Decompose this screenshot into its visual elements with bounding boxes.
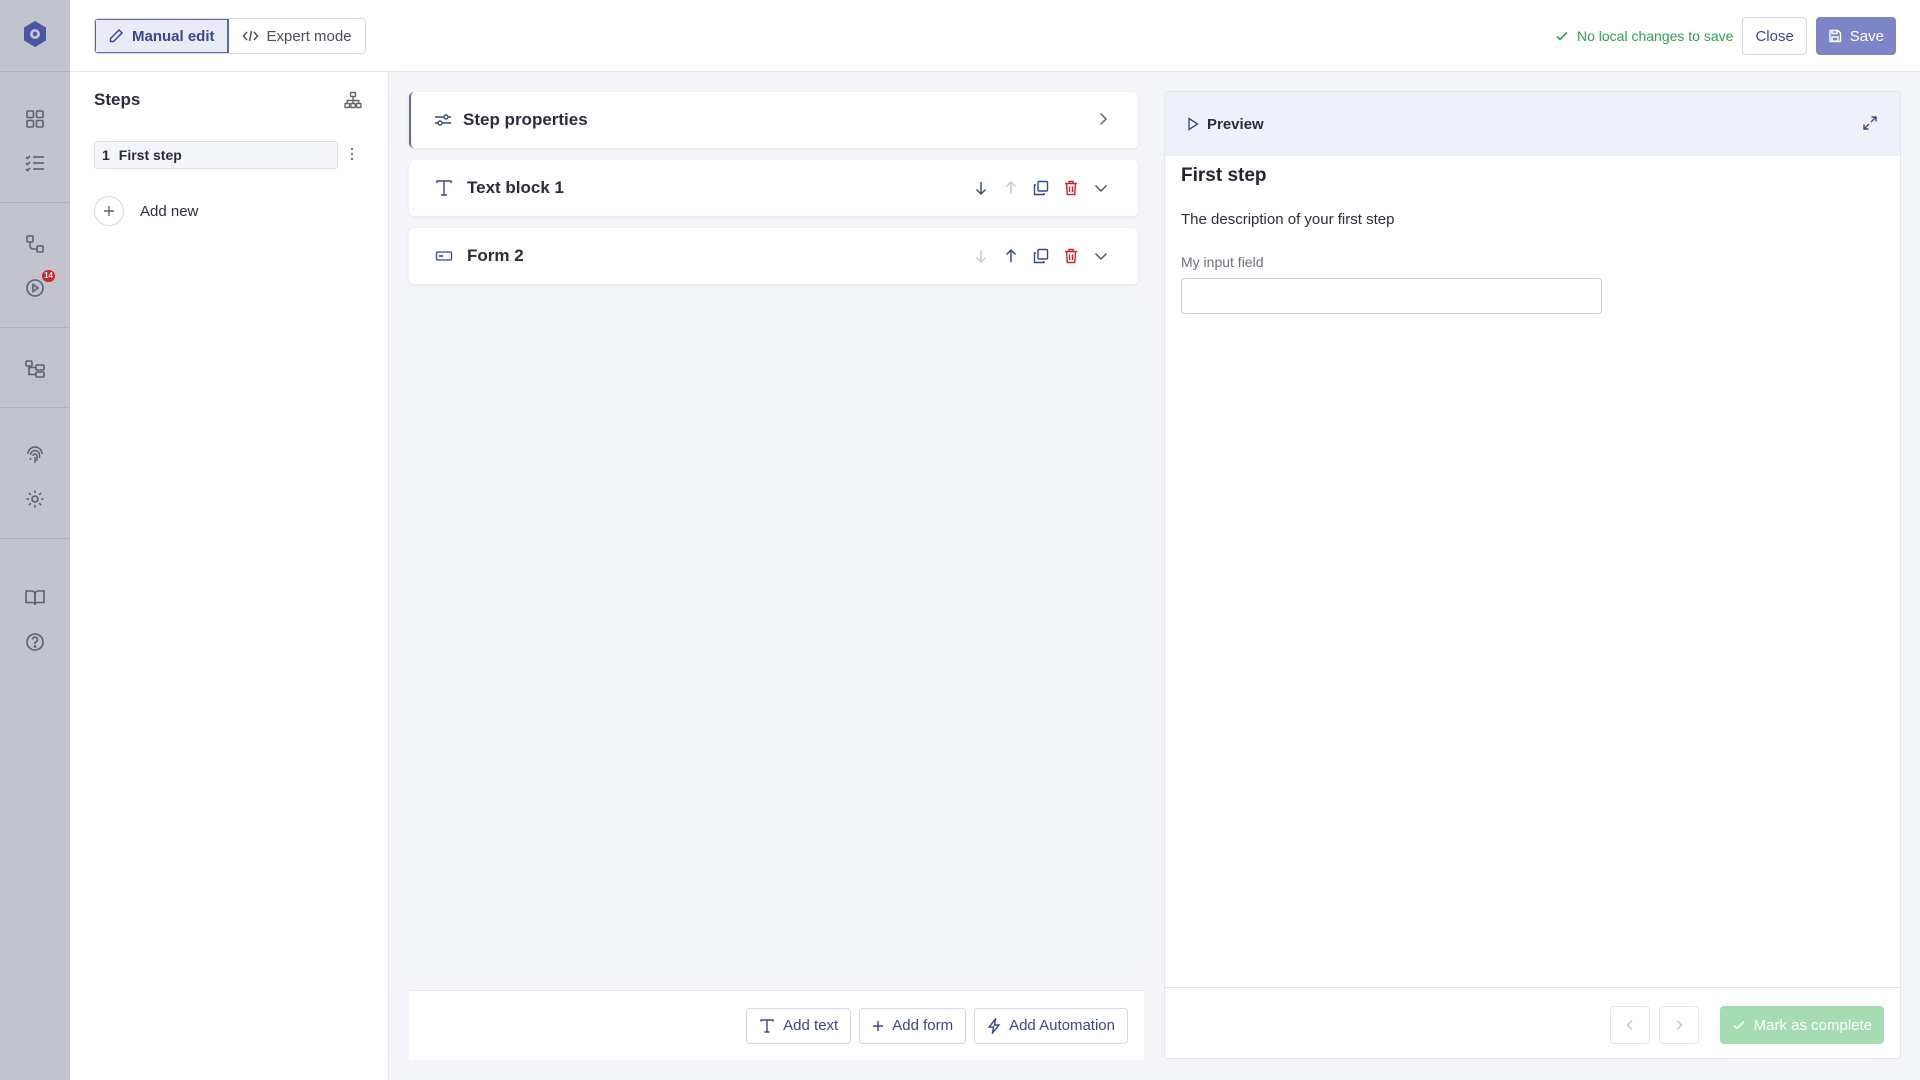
fingerprint-icon[interactable] [22, 442, 48, 468]
save-status-text: No local changes to save [1577, 28, 1734, 44]
preview-label: Preview [1207, 115, 1264, 133]
move-down-icon[interactable] [972, 179, 990, 197]
add-automation-button[interactable]: Add Automation [974, 1007, 1128, 1044]
add-new-label: Add new [140, 202, 199, 220]
task-list-icon[interactable] [22, 150, 48, 176]
delete-trash-icon[interactable] [1062, 247, 1080, 265]
steps-header: Steps [94, 90, 362, 110]
check-icon [1556, 31, 1568, 41]
rail-divider [0, 71, 70, 72]
text-type-icon [760, 1018, 774, 1033]
move-up-icon [1002, 179, 1020, 197]
expert-mode-label: Expert mode [266, 27, 352, 45]
dashboard-grid-icon[interactable] [22, 106, 48, 132]
app-rail: 14 [0, 0, 70, 1080]
mark-as-complete-label: Mark as complete [1753, 1016, 1872, 1034]
chevron-down-icon[interactable] [1092, 179, 1110, 197]
add-text-button[interactable]: Add text [746, 1007, 852, 1044]
top-actions: No local changes to save Close Save [1555, 17, 1896, 55]
mark-as-complete-button[interactable]: Mark as complete [1719, 1006, 1884, 1044]
text-type-icon [436, 180, 452, 196]
pencil-icon [109, 28, 124, 43]
workflow-icon[interactable] [22, 231, 48, 257]
code-icon [242, 30, 259, 42]
manual-edit-button[interactable]: Manual edit [95, 19, 229, 53]
lightning-bolt-icon [987, 1017, 1001, 1034]
step-properties-label: Step properties [463, 110, 588, 129]
save-status: No local changes to save [1555, 28, 1733, 44]
form-block-card[interactable]: Form 2 [409, 228, 1138, 284]
text-block-tools [972, 160, 1110, 216]
save-button[interactable]: Save [1815, 17, 1896, 55]
delete-trash-icon[interactable] [1062, 179, 1080, 197]
form-block-tools [972, 228, 1110, 284]
expand-icon[interactable] [1862, 115, 1878, 131]
text-block-label: Text block 1 [467, 178, 564, 197]
floppy-disk-icon [1829, 29, 1841, 43]
help-question-icon[interactable] [22, 629, 48, 655]
sliders-icon [435, 114, 451, 126]
play-icon [1188, 117, 1199, 131]
expert-mode-button[interactable]: Expert mode [228, 19, 365, 53]
preview-step-description: The description of your first step [1181, 211, 1395, 228]
runs-count-badge: 14 [42, 270, 55, 282]
next-step-button[interactable] [1659, 1006, 1699, 1044]
move-up-icon[interactable] [1002, 247, 1020, 265]
preview-header: Preview [1165, 92, 1900, 156]
structure-icon[interactable] [22, 356, 48, 382]
settings-gear-icon[interactable] [22, 486, 48, 512]
runs-play-icon[interactable]: 14 [22, 270, 55, 301]
steps-panel: Steps 1 First step Add new [70, 72, 389, 1080]
text-block-card[interactable]: Text block 1 [409, 160, 1138, 216]
steps-title: Steps [94, 90, 141, 109]
form-block-label: Form 2 [467, 246, 524, 265]
app-logo-icon[interactable] [20, 19, 50, 49]
step-item-first-step[interactable]: 1 First step [94, 141, 338, 169]
step-label: First step [118, 147, 182, 163]
plus-icon [94, 196, 124, 226]
preview-input-field[interactable] [1181, 278, 1602, 314]
add-automation-label: Add Automation [1009, 1017, 1115, 1034]
preview-footer: Mark as complete [1165, 987, 1900, 1058]
preview-panel: Preview First step The description of yo… [1164, 91, 1901, 1059]
step-number: 1 [102, 147, 110, 163]
preview-step-title: First step [1181, 165, 1267, 186]
rail-divider [0, 202, 70, 203]
add-text-label: Add text [783, 1017, 839, 1034]
rail-divider [0, 407, 70, 408]
add-form-label: Add form [892, 1017, 954, 1034]
close-label: Close [1755, 27, 1794, 45]
chevron-right-icon [1676, 1019, 1683, 1031]
check-icon [1733, 1020, 1745, 1030]
chevron-down-icon[interactable] [1092, 247, 1110, 265]
chevron-right-icon[interactable] [1098, 111, 1108, 127]
save-label: Save [1849, 27, 1884, 45]
editor-bottom-bar: Add text Add form Add Automation [409, 990, 1144, 1060]
move-down-icon [972, 247, 990, 265]
top-bar: Manual edit Expert mode No local changes… [70, 0, 1920, 72]
close-button[interactable]: Close [1742, 17, 1807, 55]
preview-field-label: My input field [1181, 254, 1264, 270]
step-properties-card[interactable]: Step properties [409, 92, 1138, 148]
edit-mode-toggle: Manual edit Expert mode [94, 18, 366, 54]
rail-divider [0, 538, 70, 539]
manual-edit-label: Manual edit [132, 27, 215, 45]
step-options-icon[interactable] [350, 147, 354, 161]
duplicate-icon[interactable] [1032, 179, 1050, 197]
form-type-icon [435, 251, 453, 261]
plus-icon [873, 1020, 884, 1031]
add-new-step-button[interactable]: Add new [94, 196, 198, 226]
rail-divider [0, 327, 70, 328]
docs-book-icon[interactable] [22, 585, 48, 611]
step-tree-icon[interactable] [344, 91, 362, 109]
add-form-button[interactable]: Add form [859, 1007, 967, 1044]
previous-step-button[interactable] [1610, 1006, 1650, 1044]
chevron-left-icon [1626, 1019, 1633, 1031]
duplicate-icon[interactable] [1032, 247, 1050, 265]
